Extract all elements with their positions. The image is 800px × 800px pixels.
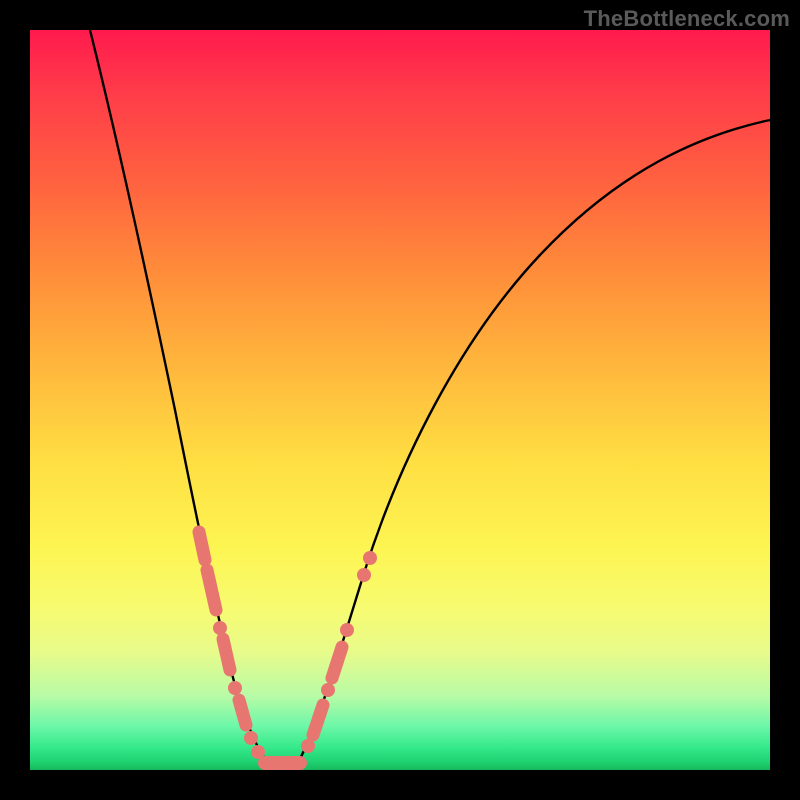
marker-dot-l7 bbox=[244, 731, 258, 745]
curve-left bbox=[90, 30, 268, 763]
marker-seg-r2 bbox=[313, 705, 323, 735]
marker-seg-l2 bbox=[207, 570, 216, 610]
marker-seg-l4 bbox=[223, 639, 230, 670]
marker-seg-l6 bbox=[239, 700, 246, 725]
chart-svg bbox=[30, 30, 770, 770]
marker-dot-r3 bbox=[321, 683, 335, 697]
marker-seg-l1 bbox=[199, 532, 205, 560]
marker-dot-r6 bbox=[357, 568, 371, 582]
watermark-label: TheBottleneck.com bbox=[584, 6, 790, 32]
curve-right bbox=[298, 120, 770, 763]
marker-seg-r4 bbox=[332, 647, 342, 678]
marker-dot-r5 bbox=[340, 623, 354, 637]
marker-dot-r7 bbox=[363, 551, 377, 565]
chart-frame bbox=[30, 30, 770, 770]
marker-dot-l5 bbox=[228, 681, 242, 695]
